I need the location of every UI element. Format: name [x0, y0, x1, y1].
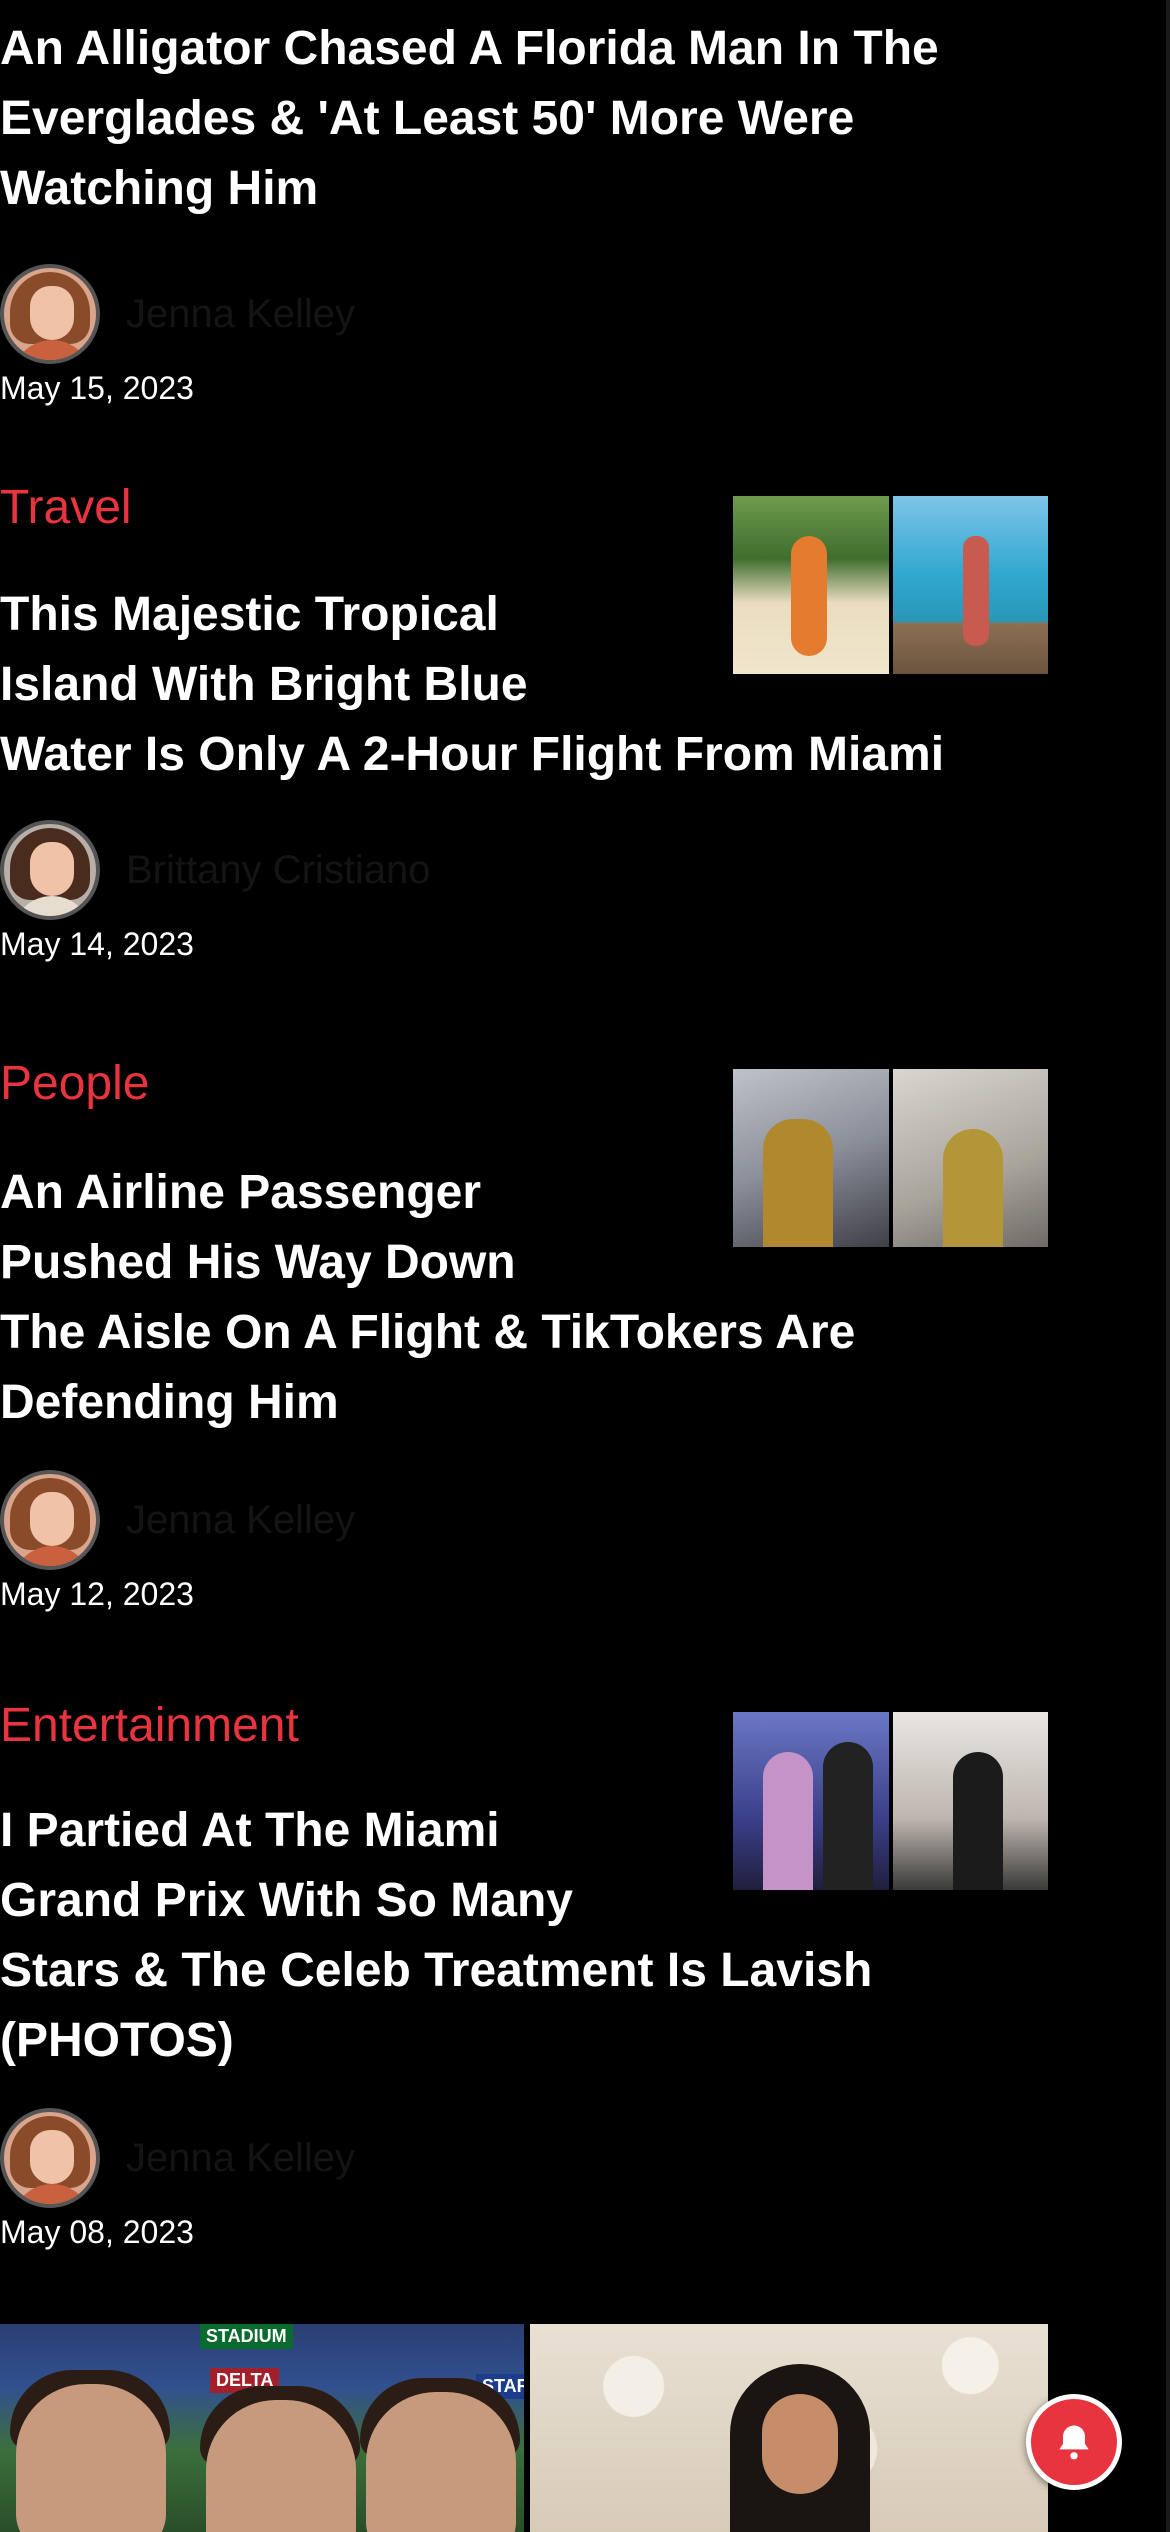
byline: Jenna Kelley	[0, 2108, 1048, 2208]
byline: Jenna Kelley	[0, 1470, 1048, 1570]
flowers-photo[interactable]	[530, 2324, 1048, 2532]
beach-photo	[733, 496, 889, 674]
headline-line: Grand Prix With So Many	[0, 1874, 573, 1927]
article-card[interactable]: An Alligator Chased A Florida Man In The…	[0, 14, 1048, 408]
article-thumbnail[interactable]	[733, 1069, 1048, 1247]
headline-line: Defending Him	[0, 1376, 339, 1429]
publish-date: May 08, 2023	[0, 2214, 194, 2250]
party-photo	[733, 1712, 889, 1890]
headline-line: Everglades & 'At Least 50' More Were	[0, 92, 855, 145]
byline: Jenna Kelley	[0, 264, 1048, 364]
article-thumbnail[interactable]	[733, 1712, 1048, 1890]
headline-line: Watching Him	[0, 162, 319, 215]
stadium-sign: STADIUM	[200, 2324, 293, 2349]
article-headline[interactable]: An Alligator Chased A Florida Man In The…	[0, 14, 1048, 224]
author-name[interactable]: Brittany Cristiano	[126, 848, 431, 893]
byline: Brittany Cristiano	[0, 820, 1048, 920]
author-name[interactable]: Jenna Kelley	[126, 292, 355, 337]
headline-line: An Alligator Chased A Florida Man In The	[0, 22, 939, 75]
author-avatar[interactable]	[0, 1470, 100, 1570]
author-avatar[interactable]	[0, 264, 100, 364]
headline-line: (PHOTOS)	[0, 2014, 234, 2067]
author-avatar[interactable]	[0, 820, 100, 920]
bell-icon	[1059, 2425, 1089, 2460]
headline-line: This Majestic Tropical	[0, 588, 499, 641]
party-photo	[892, 1712, 1048, 1890]
cabin-photo	[892, 1069, 1048, 1247]
publish-date: May 14, 2023	[0, 926, 194, 962]
author-avatar[interactable]	[0, 2108, 100, 2208]
author-name[interactable]: Jenna Kelley	[126, 1498, 355, 1543]
cabin-photo	[733, 1069, 889, 1247]
notification-bell-button[interactable]	[1026, 2394, 1122, 2490]
author-name[interactable]: Jenna Kelley	[126, 2136, 355, 2181]
next-articles-row: STADIUM DELTA STAR	[0, 2324, 1048, 2532]
headline-line: Water Is Only A 2-Hour Flight From Miami	[0, 728, 945, 781]
article-thumbnail[interactable]	[733, 496, 1048, 674]
headline-line: Stars & The Celeb Treatment Is Lavish	[0, 1944, 873, 1997]
headline-line: Island With Bright Blue	[0, 658, 528, 711]
headline-line: I Partied At The Miami	[0, 1804, 500, 1857]
headline-line: The Aisle On A Flight & TikTokers Are	[0, 1306, 856, 1359]
headline-line: An Airline Passenger	[0, 1166, 482, 1219]
publish-date: May 12, 2023	[0, 1576, 194, 1612]
page-edge	[1166, 0, 1170, 2532]
headline-line: Pushed His Way Down	[0, 1236, 516, 1289]
publish-date: May 15, 2023	[0, 370, 194, 406]
sea-photo	[892, 496, 1048, 674]
stadium-photo[interactable]: STADIUM DELTA STAR	[0, 2324, 524, 2532]
